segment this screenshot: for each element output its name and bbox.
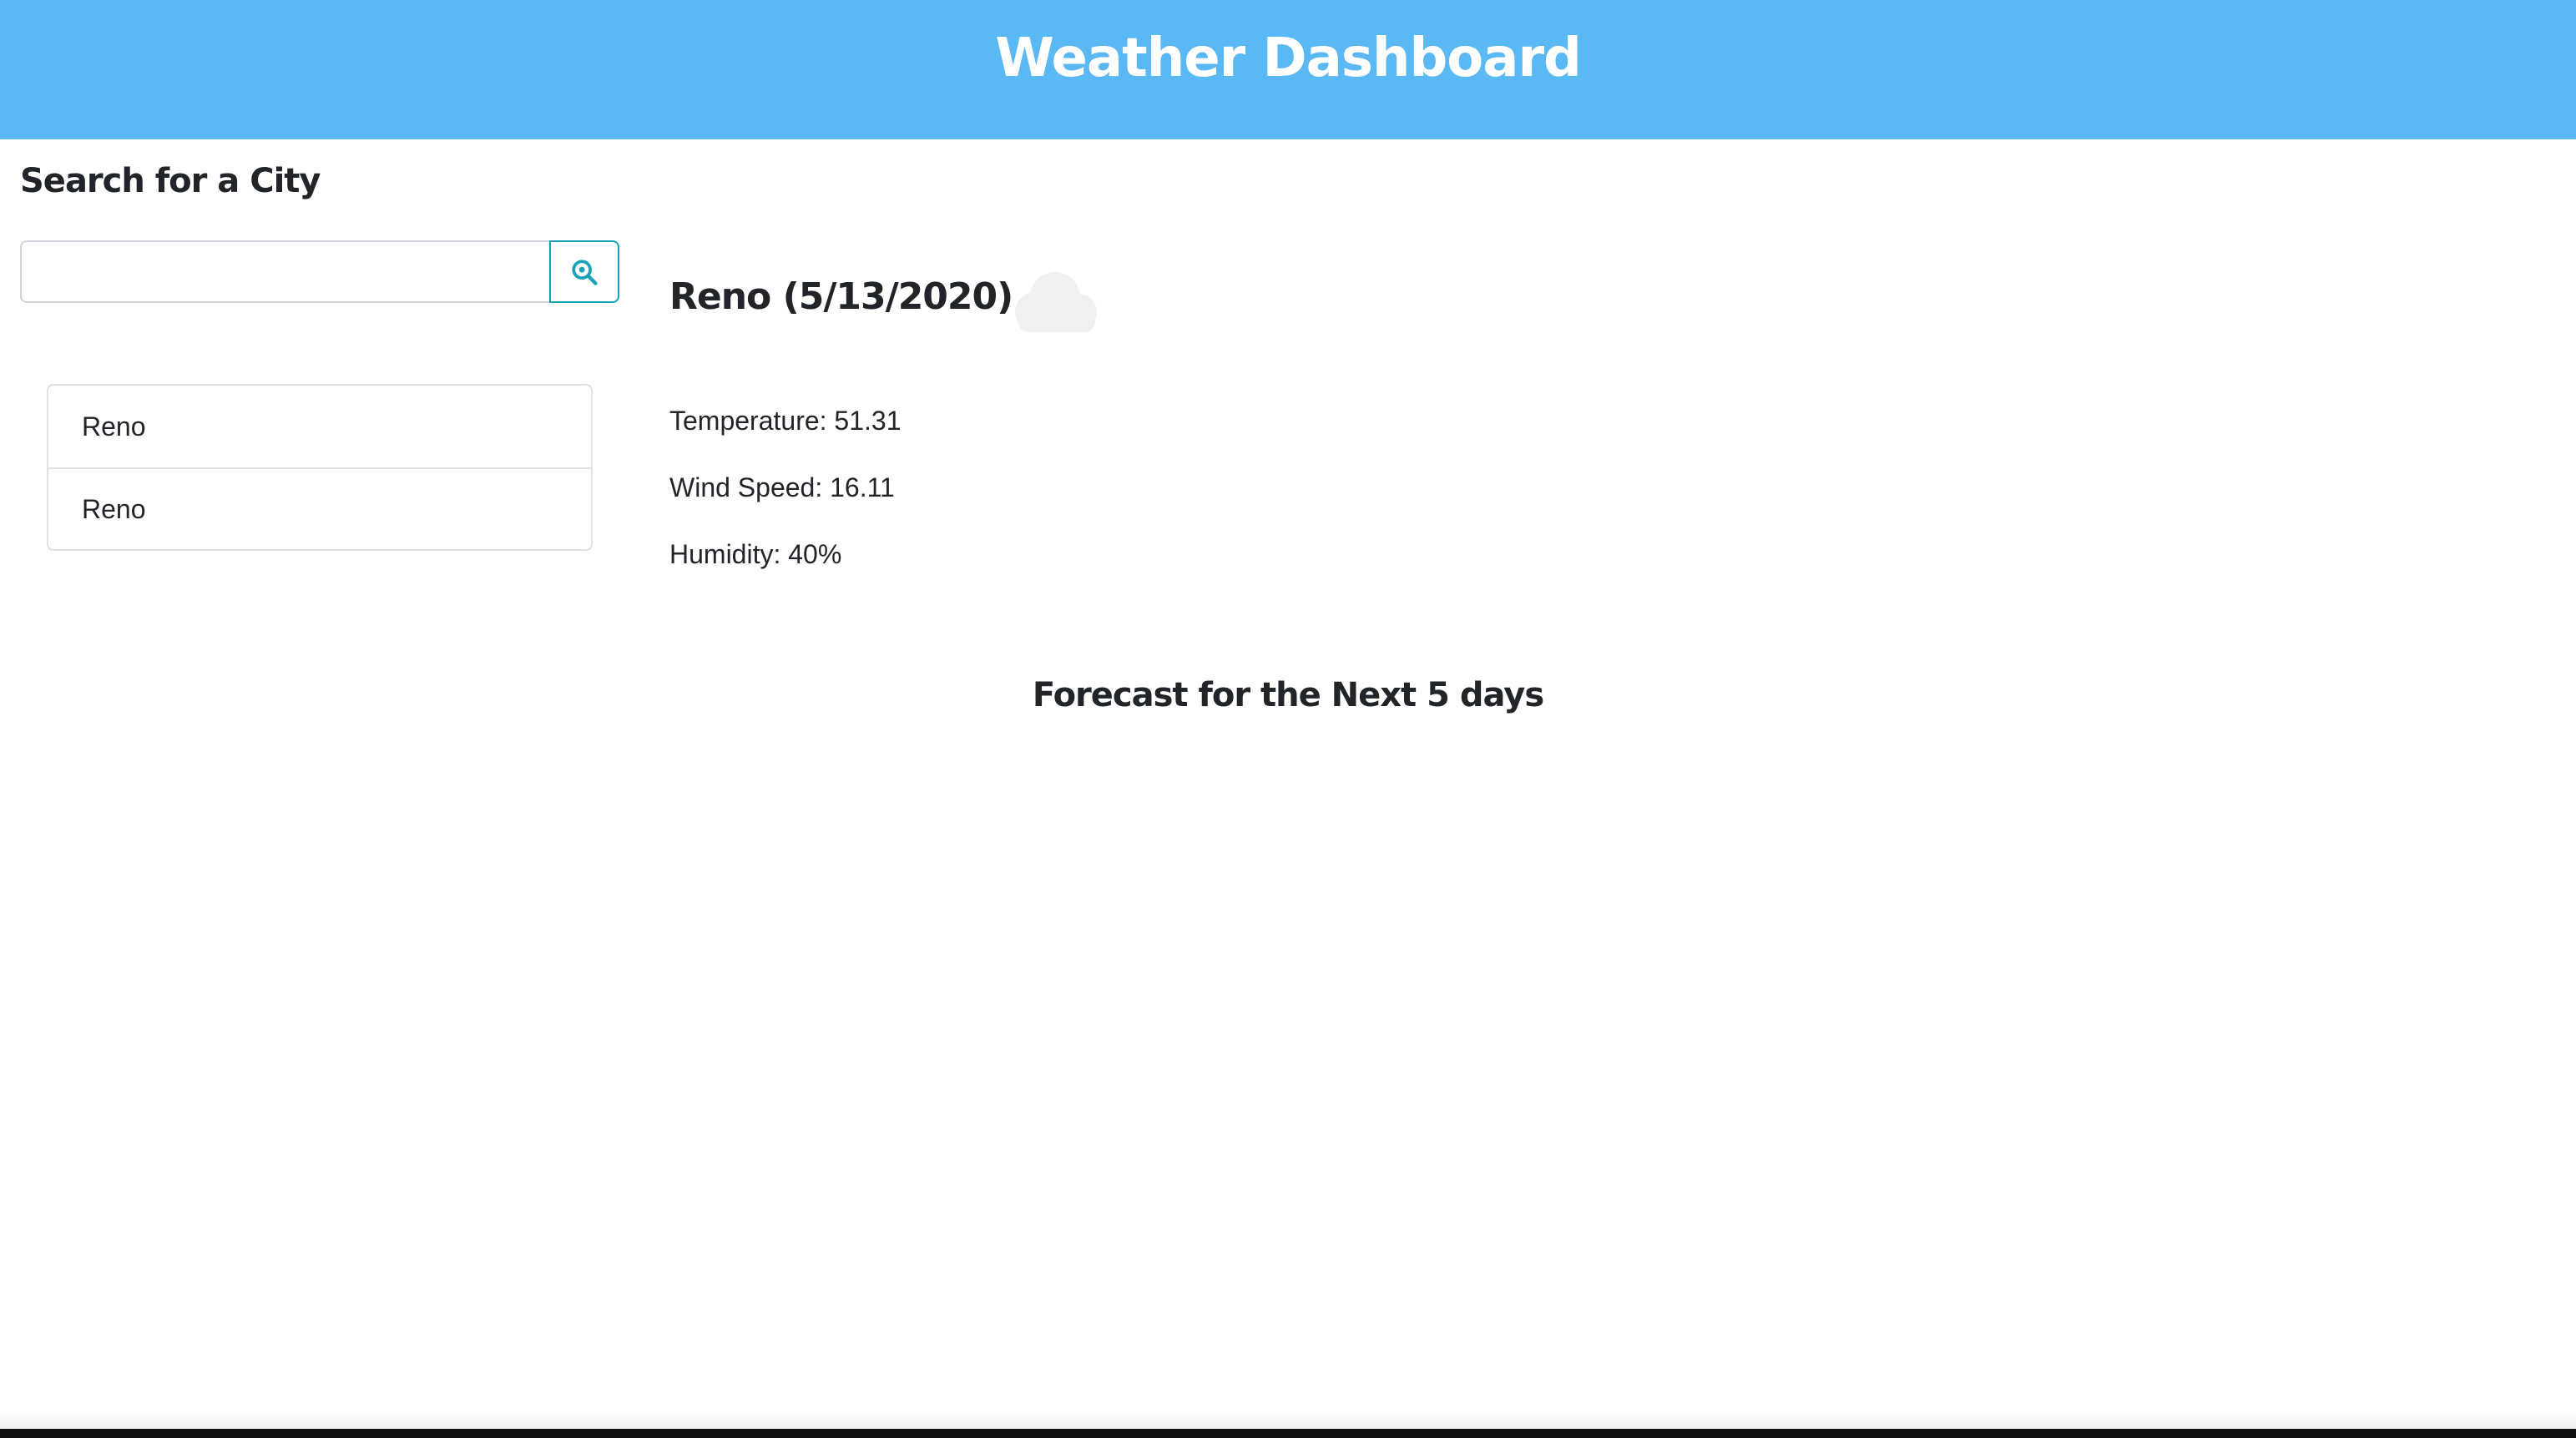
weather-dashboard-page: Weather Dashboard Search for a City Reno…: [0, 0, 2576, 1438]
app-header: Weather Dashboard: [0, 0, 2576, 139]
search-icon: [572, 259, 598, 285]
temperature-readout: Temperature: 51.31: [669, 406, 902, 436]
bottom-bar: [0, 1429, 2576, 1438]
app-title: Weather Dashboard: [995, 27, 1582, 89]
forecast-heading: Forecast for the Next 5 days: [1032, 676, 1544, 714]
cloud-icon: [1015, 272, 1097, 332]
wind-speed-readout: Wind Speed: 16.11: [669, 472, 895, 502]
search-button[interactable]: [549, 240, 619, 303]
current-city-title: Reno (5/13/2020): [669, 275, 1013, 318]
history-item-reno[interactable]: Reno: [48, 467, 591, 549]
search-history-list: Reno Reno: [47, 384, 593, 551]
humidity-readout: Humidity: 40%: [669, 539, 842, 569]
city-search-input[interactable]: [20, 240, 551, 303]
search-heading: Search for a City: [20, 162, 321, 200]
history-item-reno[interactable]: Reno: [48, 386, 591, 467]
bottom-shadow: [0, 1410, 2576, 1429]
